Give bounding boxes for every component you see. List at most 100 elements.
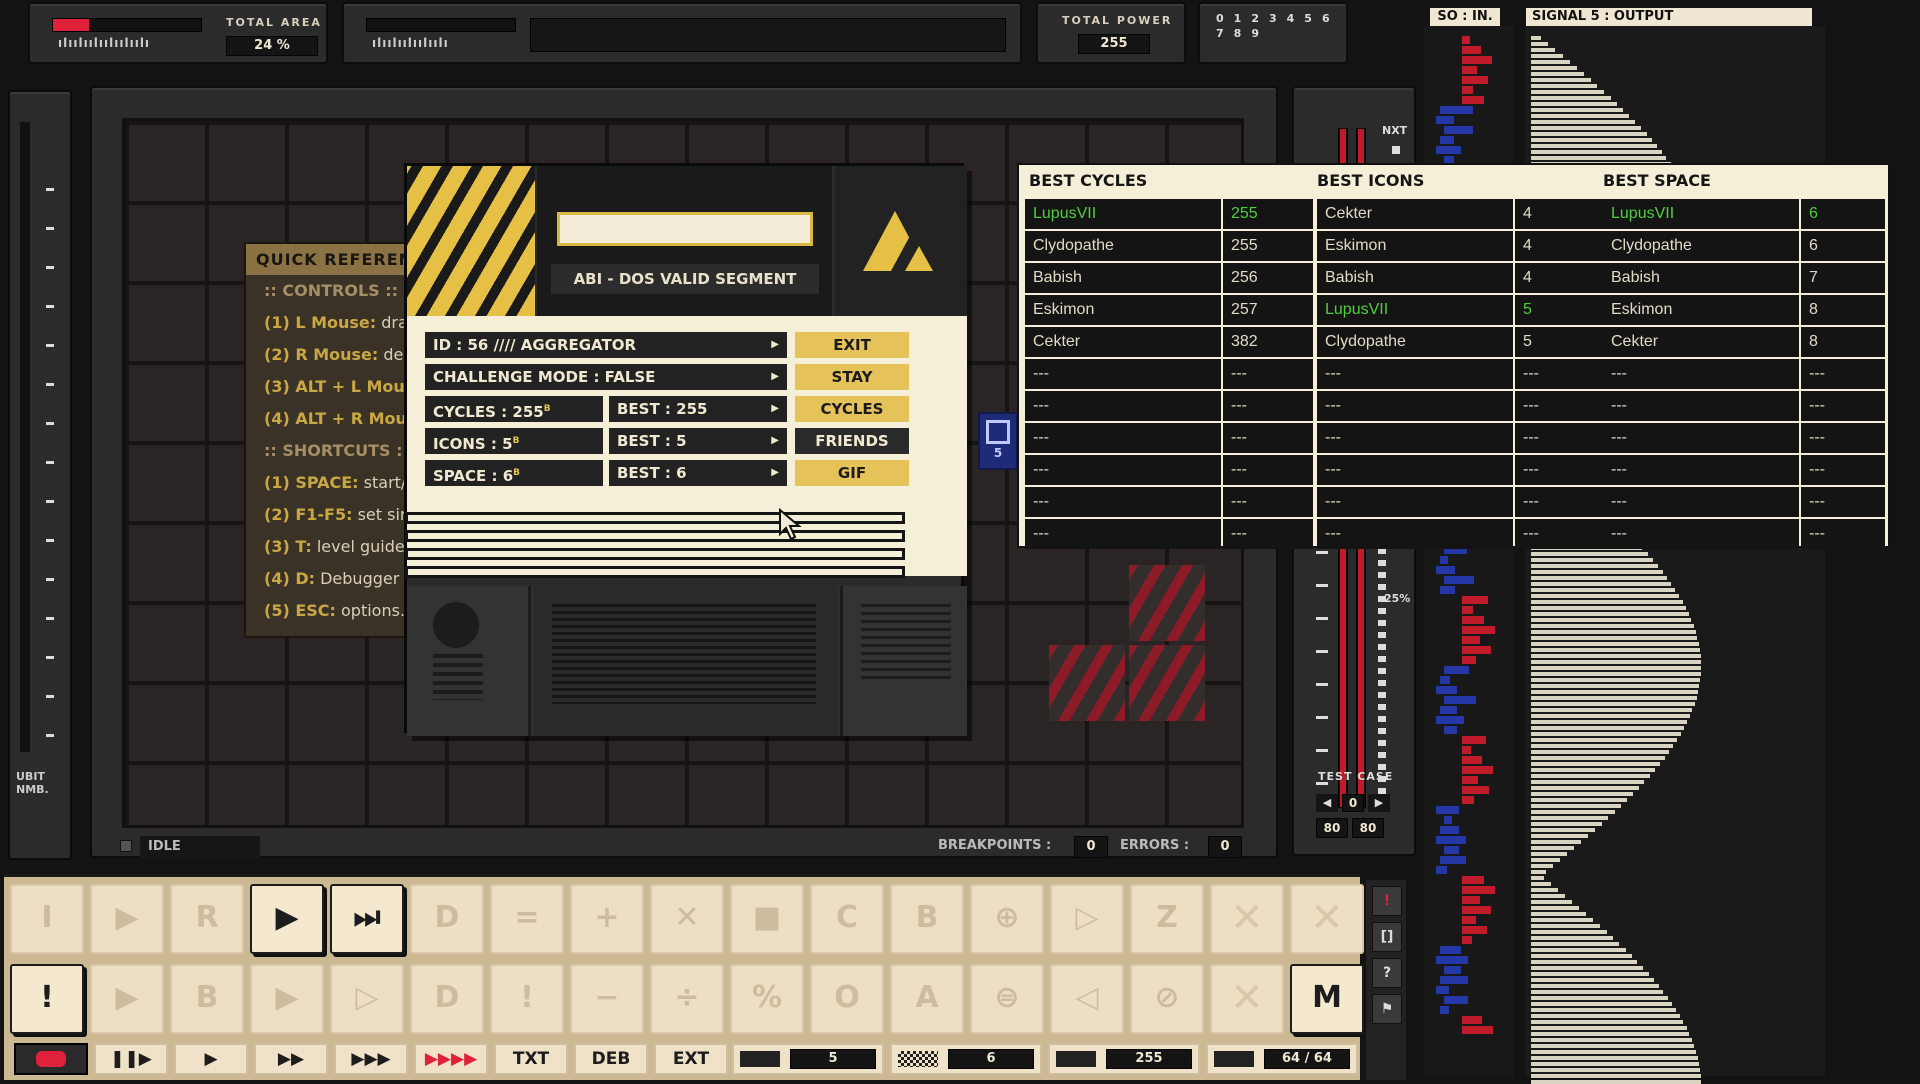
- friends-button[interactable]: FRIENDS: [795, 428, 909, 454]
- signal-bar: [1531, 774, 1650, 778]
- signal-bar: [1531, 1038, 1692, 1042]
- instruction-tool-button[interactable]: ✕: [650, 884, 724, 954]
- input-signal-bar: [1462, 616, 1484, 624]
- signal-bar: [1531, 900, 1572, 904]
- gif-button[interactable]: GIF: [795, 460, 909, 486]
- instruction-tool-button[interactable]: ■: [730, 884, 804, 954]
- ext-button[interactable]: EXT: [654, 1043, 728, 1075]
- signal-bar: [1531, 1056, 1698, 1060]
- input-signal-bar: [1462, 746, 1471, 754]
- instruction-tool-button[interactable]: I: [10, 884, 84, 954]
- shortcut-desc: options.: [335, 601, 406, 620]
- leaderboard-player: Babish: [1603, 263, 1799, 293]
- instruction-tool-button[interactable]: ▷: [330, 964, 404, 1034]
- signal-bar: [1531, 654, 1701, 658]
- leaderboard-score: 4: [1515, 231, 1605, 261]
- test-case-next-button[interactable]: ▶: [1368, 794, 1390, 812]
- record-button[interactable]: [14, 1043, 88, 1075]
- instruction-tool-button[interactable]: B: [170, 964, 244, 1034]
- deb-button[interactable]: DEB: [574, 1043, 648, 1075]
- instruction-tool-button[interactable]: R: [170, 884, 244, 954]
- icons-best-row[interactable]: BEST : 5 ▶: [609, 428, 787, 454]
- floppy-label-right: [840, 586, 967, 736]
- signal-bar: [1531, 600, 1683, 604]
- counter-icons-box: 6: [890, 1043, 1042, 1075]
- shortcut-line: (1) SPACE: start/: [246, 467, 408, 499]
- leaderboard-score: 6: [1801, 199, 1885, 229]
- signal-bar: [1531, 750, 1669, 754]
- control-line: (4) ALT + R Mou: [246, 403, 408, 435]
- logo-area: [835, 166, 967, 316]
- status-bar: IDLE BREAKPOINTS : 0 ERRORS : 0: [110, 834, 1270, 860]
- instruction-tool-button[interactable]: ▶: [250, 964, 324, 1034]
- instruction-tool-button[interactable]: O: [810, 964, 884, 1034]
- instruction-tool-button[interactable]: ▶: [250, 884, 324, 954]
- input-signal-bar: [1436, 986, 1449, 994]
- signal-bar: [1531, 906, 1579, 910]
- flag-icon[interactable]: ⚑: [1372, 994, 1402, 1024]
- instruction-tool-button[interactable]: ÷: [650, 964, 724, 1034]
- arrow-right-icon: ▶: [771, 403, 779, 414]
- play-slow-button[interactable]: ▶: [174, 1043, 248, 1075]
- dial-9: 9: [1251, 27, 1259, 40]
- signal-bar: [1531, 732, 1681, 736]
- instruction-tool-button[interactable]: ⊘: [1130, 964, 1204, 1034]
- instruction-tool-button[interactable]: ◁: [1050, 964, 1124, 1034]
- pause-step-button[interactable]: ❚❚▶: [94, 1043, 168, 1075]
- input-signal-bar: [1444, 726, 1457, 734]
- cycles-best-row[interactable]: BEST : 255 ▶: [609, 396, 787, 422]
- instruction-tool-button[interactable]: ✕: [1210, 964, 1284, 1034]
- signal-bar: [1531, 978, 1654, 982]
- instruction-tool-button[interactable]: ▶: [90, 964, 164, 1034]
- play-fastest-button[interactable]: ▶▶▶▶: [414, 1043, 488, 1075]
- instruction-tool-button[interactable]: ⏭: [330, 884, 404, 954]
- leaderboard-score: ---: [1223, 455, 1313, 485]
- dial-panel: 0 1 2 3 4 5 6 7 8 9: [1198, 2, 1348, 64]
- instruction-tool-button[interactable]: =: [490, 884, 564, 954]
- test-case-prev-button[interactable]: ◀: [1316, 794, 1338, 812]
- instruction-tool-button[interactable]: M: [1290, 964, 1364, 1034]
- instruction-tool-button[interactable]: ⊜: [970, 964, 1044, 1034]
- leaderboard-score: ---: [1801, 455, 1885, 485]
- solution-name-input[interactable]: [557, 212, 813, 246]
- id-row[interactable]: ID : 56 //// AGGREGATOR ▶: [425, 332, 787, 358]
- instruction-tool-button[interactable]: ▶: [90, 884, 164, 954]
- play-fast-button[interactable]: ▶▶: [254, 1043, 328, 1075]
- instruction-tool-button[interactable]: %: [730, 964, 804, 1034]
- instruction-tool-button[interactable]: −: [570, 964, 644, 1034]
- exit-button[interactable]: EXIT: [795, 332, 909, 358]
- instruction-tool-button[interactable]: D: [410, 964, 484, 1034]
- input-signal-bar: [1462, 636, 1480, 644]
- bracket-icon[interactable]: []: [1372, 922, 1402, 952]
- instruction-tool-button[interactable]: ⊕: [970, 884, 1044, 954]
- space-best-row[interactable]: BEST : 6 ▶: [609, 460, 787, 486]
- instruction-tool-button[interactable]: C: [810, 884, 884, 954]
- side-counter[interactable]: 5: [978, 412, 1018, 470]
- signal-bar: [1531, 696, 1697, 700]
- instruction-tool-button[interactable]: B: [890, 884, 964, 954]
- instruction-tool-button[interactable]: +: [570, 884, 644, 954]
- instruction-tool-button[interactable]: ✕: [1290, 884, 1364, 954]
- cycles-button[interactable]: CYCLES: [795, 396, 909, 422]
- instruction-tool-button[interactable]: ✕: [1210, 884, 1284, 954]
- signal-bar: [1531, 786, 1639, 790]
- help-icon[interactable]: ?: [1372, 958, 1402, 988]
- shortcut-line: (4) D: Debugger: [246, 563, 408, 595]
- instruction-tool-button[interactable]: Z: [1130, 884, 1204, 954]
- challenge-row[interactable]: CHALLENGE MODE : FALSE ▶: [425, 364, 787, 390]
- alert-icon[interactable]: !: [1372, 886, 1402, 916]
- instruction-tool-button[interactable]: A: [890, 964, 964, 1034]
- signal-bar: [1531, 78, 1591, 82]
- leaderboard-player: ---: [1317, 519, 1513, 549]
- stay-button[interactable]: STAY: [795, 364, 909, 390]
- input-signal-bar: [1462, 1016, 1482, 1024]
- instruction-tool-button[interactable]: ▷: [1050, 884, 1124, 954]
- challenge-text: CHALLENGE MODE : FALSE: [433, 368, 656, 386]
- play-faster-button[interactable]: ▶▶▶: [334, 1043, 408, 1075]
- instruction-tool-button[interactable]: !: [490, 964, 564, 1034]
- instruction-tool-button[interactable]: D: [410, 884, 484, 954]
- txt-button[interactable]: TXT: [494, 1043, 568, 1075]
- cycles-row: CYCLES : 255B: [425, 396, 603, 422]
- shortcut-desc: level guide: [311, 537, 405, 556]
- instruction-tool-button[interactable]: !: [10, 964, 84, 1034]
